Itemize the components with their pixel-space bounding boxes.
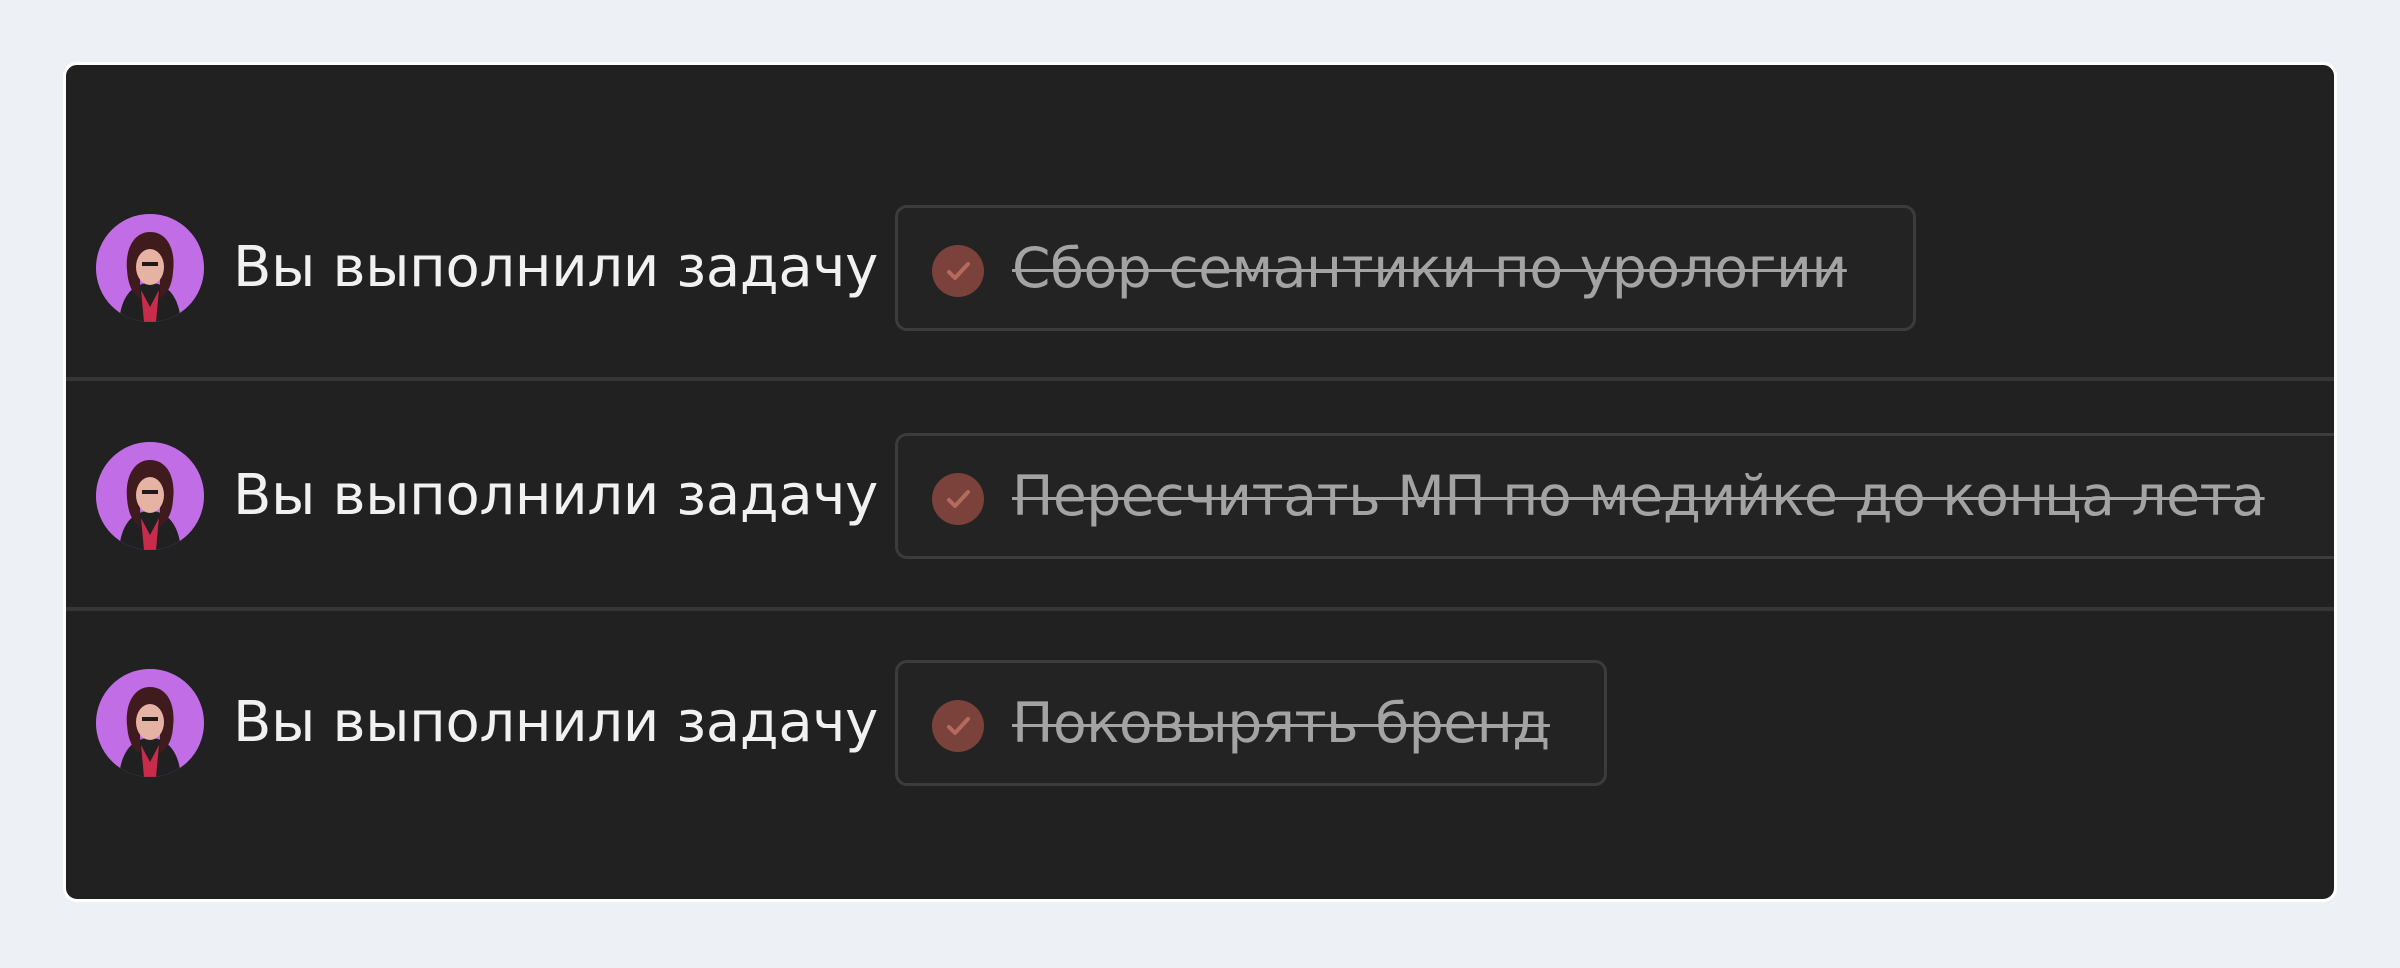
check-circle-icon: [932, 245, 984, 297]
user-avatar[interactable]: [96, 214, 204, 322]
completed-task-chip[interactable]: Сбор семантики по урологии: [895, 205, 1916, 331]
activity-item: Вы выполнили задачу Поковырять бренд: [66, 658, 2334, 788]
user-avatar[interactable]: [96, 669, 204, 777]
check-circle-icon: [932, 700, 984, 752]
avatar-photo-icon: [96, 442, 204, 550]
feed-divider: [66, 607, 2334, 611]
activity-feed-panel: Вы выполнили задачу Сбор семантики по ур…: [63, 62, 2337, 902]
task-title: Сбор семантики по урологии: [1012, 236, 1847, 300]
activity-action-text: Вы выполнили задачу: [233, 690, 878, 755]
avatar-photo-icon: [96, 669, 204, 777]
task-title: Пересчитать МП по медийке до конца лета: [1012, 464, 2265, 528]
check-circle-icon: [932, 473, 984, 525]
avatar-photo-icon: [96, 214, 204, 322]
activity-item: Вы выполнили задачу Пересчитать МП по ме…: [66, 431, 2334, 561]
task-title: Поковырять бренд: [1012, 691, 1550, 755]
activity-action-text: Вы выполнили задачу: [233, 463, 878, 528]
activity-item: Вы выполнили задачу Сбор семантики по ур…: [66, 203, 2334, 333]
activity-action-text: Вы выполнили задачу: [233, 235, 878, 300]
feed-divider: [66, 377, 2334, 381]
completed-task-chip[interactable]: Пересчитать МП по медийке до конца лета: [895, 433, 2334, 559]
completed-task-chip[interactable]: Поковырять бренд: [895, 660, 1607, 786]
user-avatar[interactable]: [96, 442, 204, 550]
